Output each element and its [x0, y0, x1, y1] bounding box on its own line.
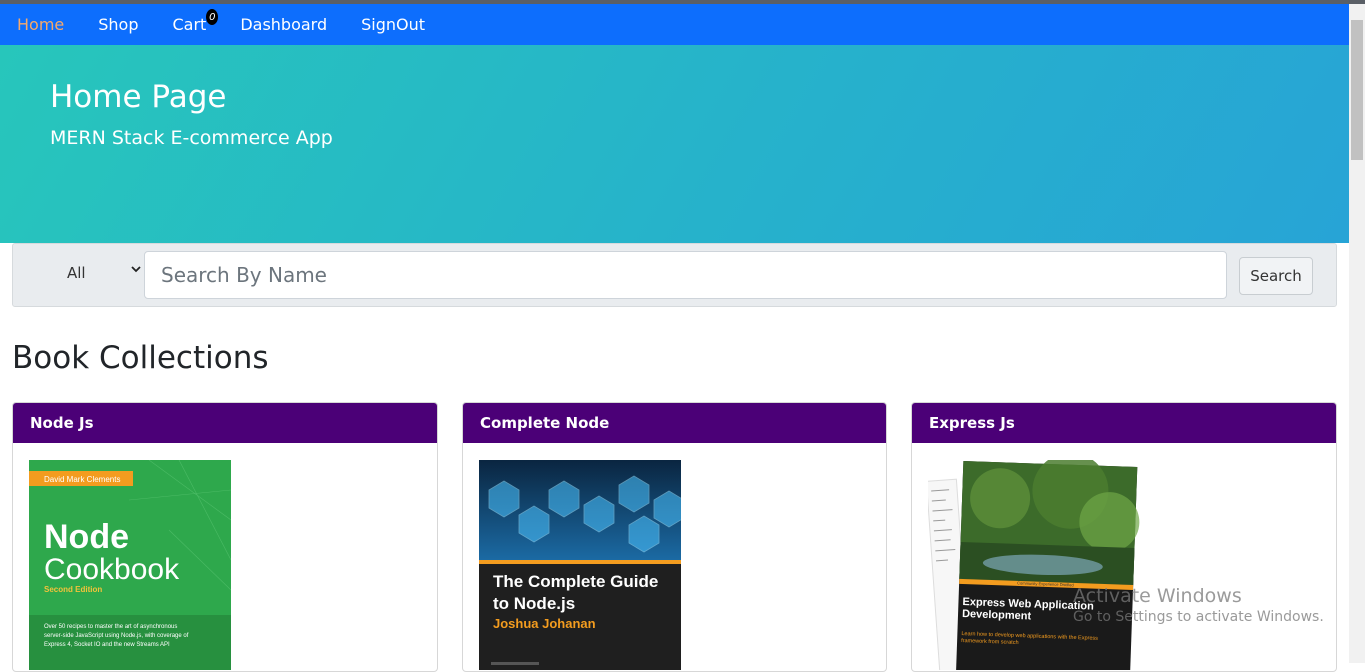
cover-title-line2: to Node.js — [493, 594, 575, 613]
cover-edition: Second Edition — [44, 585, 102, 594]
nav-cart-label: Cart — [172, 15, 207, 34]
chevron-down-icon — [131, 262, 141, 278]
nav-home-link[interactable]: Home — [17, 15, 64, 34]
windows-activation-watermark: Activate Windows Go to Settings to activ… — [1073, 585, 1324, 625]
navbar: Home Shop Cart 0 Dashboard SignOut — [0, 4, 1349, 45]
cart-count-badge: 0 — [206, 9, 219, 25]
page-title: Home Page — [50, 79, 227, 115]
watermark-subtitle: Go to Settings to activate Windows. — [1073, 609, 1324, 625]
search-button[interactable]: Search — [1239, 257, 1313, 295]
category-select[interactable]: All — [67, 258, 153, 288]
book-cover-image[interactable]: Community Experience Distilled Express W… — [928, 460, 1143, 670]
search-bar: All Search By Name Search — [12, 243, 1337, 307]
watermark-title: Activate Windows — [1073, 585, 1242, 607]
book-card[interactable]: Express Js Community Experience Distille… — [911, 402, 1337, 672]
book-card-title: Express Js — [912, 403, 1336, 443]
book-card[interactable]: Node Js David Mark Clements Node Cookboo… — [12, 402, 438, 672]
nav-signout-link[interactable]: SignOut — [361, 15, 425, 34]
cover-title-line1: The Complete Guide — [493, 572, 658, 591]
category-select-value: All — [67, 264, 86, 282]
book-card[interactable]: Complete Node The Complete Guide to Node… — [462, 402, 887, 672]
page-subtitle: MERN Stack E-commerce App — [50, 127, 333, 149]
book-cover-image[interactable]: The Complete Guide to Node.js Joshua Joh… — [479, 460, 681, 670]
nav-shop-link[interactable]: Shop — [98, 15, 138, 34]
book-cover-image[interactable]: David Mark Clements Node Cookbook Second… — [29, 460, 231, 670]
cover-blurb-line2: server-side JavaScript using Node.js, wi… — [44, 633, 189, 639]
cover-title-line2: Cookbook — [44, 553, 180, 586]
cover-title-line1: Node — [44, 518, 129, 556]
hero-banner: Home Page MERN Stack E-commerce App — [0, 45, 1349, 243]
search-input[interactable]: Search By Name — [144, 251, 1227, 299]
scrollbar-thumb[interactable] — [1351, 20, 1363, 160]
search-input-placeholder: Search By Name — [161, 263, 327, 287]
cover-title-line2: Development — [962, 608, 1032, 622]
book-card-title: Node Js — [13, 403, 437, 443]
cover-blurb-line1: Over 50 recipes to master the art of asy… — [44, 624, 177, 630]
book-card-title: Complete Node — [463, 403, 886, 443]
cover-author: David Mark Clements — [44, 475, 120, 484]
nav-cart-link[interactable]: Cart 0 — [172, 9, 219, 34]
nav-dashboard-link[interactable]: Dashboard — [240, 15, 327, 34]
cover-author: Joshua Johanan — [493, 616, 596, 631]
cover-blurb-line3: Express 4, Socket IO and the new Streams… — [44, 642, 170, 648]
section-title: Book Collections — [12, 340, 269, 376]
